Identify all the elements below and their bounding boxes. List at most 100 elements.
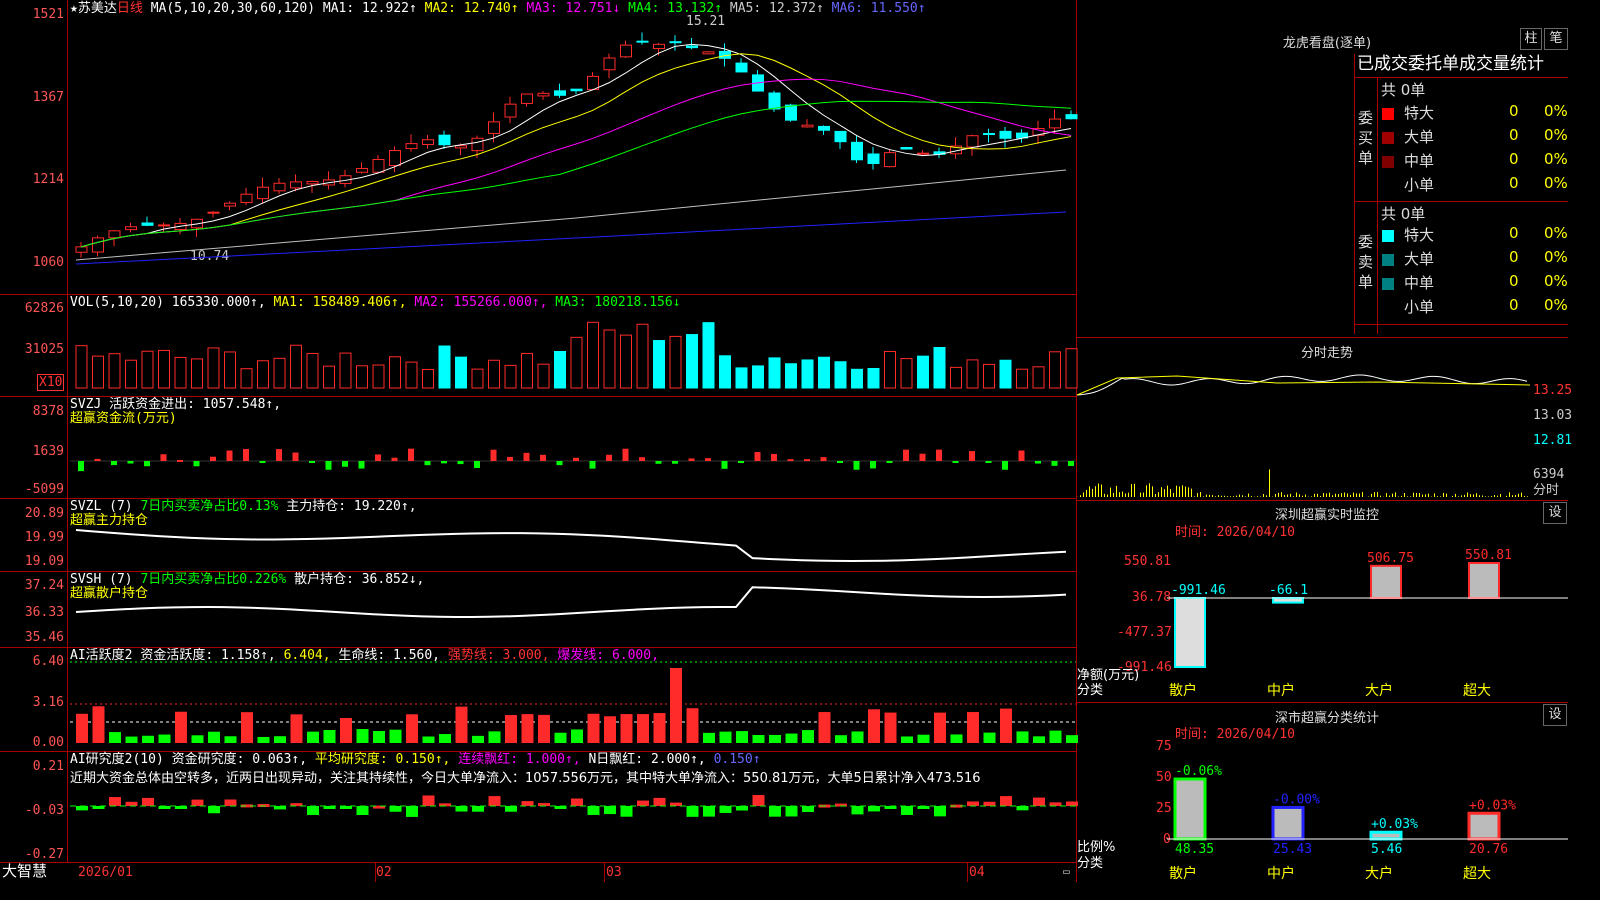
- intraday-volume-bar: [1515, 494, 1516, 497]
- intraday-volume-bar: [1173, 492, 1174, 497]
- research-bar: [703, 806, 715, 817]
- volume-bar: [653, 340, 665, 389]
- intraday-volume-bar: [1305, 494, 1306, 497]
- volume-bar: [900, 358, 913, 389]
- intraday-volume-bar: [1242, 495, 1243, 497]
- activity-bar: [422, 736, 435, 743]
- intraday-volume-bar: [1176, 485, 1177, 497]
- research-bar: [1000, 796, 1012, 806]
- volume-bar: [702, 322, 715, 389]
- intraday-volume-bar: [1164, 489, 1165, 497]
- intraday-volume-bar: [1236, 495, 1237, 497]
- candle-body: [917, 152, 929, 155]
- intraday-volume-bar: [1419, 492, 1420, 497]
- intraday-volume-bar: [1269, 469, 1270, 497]
- monitor-bar: [1370, 564, 1402, 599]
- volume-bar: [537, 363, 550, 389]
- candle-body: [735, 62, 748, 73]
- intraday-volume-bar: [1149, 483, 1150, 497]
- activity-bar: [752, 734, 765, 743]
- candle-body: [240, 193, 253, 204]
- research-bar: [521, 801, 534, 806]
- activity-bar: [158, 734, 171, 743]
- fund-flow-bar: [639, 457, 645, 461]
- activity-bar: [736, 731, 748, 743]
- volume-bar: [735, 367, 748, 389]
- intraday-volume-bar: [1386, 493, 1387, 497]
- candle-body: [290, 181, 302, 189]
- main-chart-area[interactable]: ★苏美达日线 MA(5,10,20,30,60,120) MA1: 12.922…: [0, 0, 1078, 882]
- monitor-bar-label: -66.1: [1269, 583, 1308, 598]
- activity-bar: [389, 729, 402, 743]
- stats-value-label: 48.35: [1175, 842, 1214, 857]
- volume-bar: [1016, 368, 1028, 389]
- intraday-volume-bar: [1434, 493, 1435, 497]
- activity-bar: [554, 732, 567, 743]
- volume-bar: [966, 359, 979, 389]
- fund-flow-bar: [787, 459, 794, 462]
- research-bar: [472, 806, 484, 812]
- candle-body: [141, 222, 154, 226]
- ma-line: [75, 211, 1067, 265]
- fund-flow-bar: [144, 461, 150, 467]
- intraday-volume-bar: [1497, 495, 1498, 497]
- intraday-volume-bar: [1230, 496, 1231, 497]
- candle-body: [818, 125, 830, 131]
- monitor-bar: [1468, 562, 1500, 599]
- stats-bar: [1173, 777, 1207, 841]
- activity-bar: [851, 731, 864, 743]
- volume-bar: [306, 353, 319, 389]
- research-bar: [620, 806, 633, 817]
- volume-bar: [323, 365, 335, 389]
- intraday-volume-bar: [1125, 493, 1126, 497]
- activity-bar: [472, 735, 484, 743]
- intraday-volume-bar: [1167, 485, 1168, 497]
- fund-flow-bar: [985, 461, 992, 463]
- fund-flow-bar: [523, 452, 530, 461]
- candle-body: [422, 139, 434, 145]
- candle-body: [867, 153, 880, 164]
- candle-body: [356, 168, 368, 173]
- candle-body: [686, 45, 698, 49]
- intraday-volume-bar: [1362, 492, 1363, 497]
- intraday-volume-bar: [1128, 492, 1129, 497]
- candle-body: [966, 135, 979, 148]
- intraday-volume-bar: [1140, 492, 1141, 497]
- activity-bar: [340, 717, 352, 743]
- stats-bar: [1467, 811, 1501, 841]
- volume-bar: [372, 364, 385, 389]
- intraday-volume-bar: [1257, 496, 1258, 497]
- stats-value-label: 5.46: [1371, 842, 1402, 857]
- volume-bar: [422, 368, 434, 389]
- fund-flow-bar: [358, 461, 365, 469]
- intraday-volume-bar: [1185, 486, 1186, 497]
- candle-body: [768, 92, 781, 110]
- intraday-volume-bar: [1134, 483, 1135, 497]
- research-bar: [670, 802, 682, 806]
- intraday-volume-bar: [1473, 494, 1474, 497]
- activity-bar: [274, 736, 286, 743]
- activity-bar: [1016, 731, 1029, 743]
- intraday-volume-bar: [1155, 494, 1156, 497]
- intraday-volume-bar: [1263, 494, 1264, 497]
- candle-body: [521, 93, 533, 104]
- intraday-volume-bar: [1224, 495, 1225, 497]
- research-bar: [901, 806, 913, 815]
- intraday-volume-bar: [1302, 495, 1303, 497]
- stats-category-label: 大户: [1365, 865, 1393, 882]
- intraday-volume-bar: [1455, 493, 1456, 497]
- stats-change-label: +0.03%: [1469, 798, 1516, 813]
- activity-bar: [455, 706, 468, 743]
- stats-bar: [1369, 830, 1403, 841]
- intraday-volume-bar: [1146, 485, 1147, 497]
- fund-flow-bar: [936, 449, 942, 461]
- candle-body: [785, 104, 797, 121]
- volume-bar: [570, 336, 583, 389]
- fund-flow-bar: [441, 461, 447, 464]
- volume-bar: [356, 365, 368, 389]
- intraday-volume-bar: [1203, 496, 1204, 497]
- monitor-category-label: 大户: [1365, 682, 1393, 699]
- activity-bar: [257, 736, 270, 743]
- intraday-volume-bar: [1119, 492, 1120, 497]
- sidebar-charts-svg: -991.46 散户 -66.1 中户 506.75 大户 550.81 超大 -0.06% 48…: [1076, 374, 1568, 882]
